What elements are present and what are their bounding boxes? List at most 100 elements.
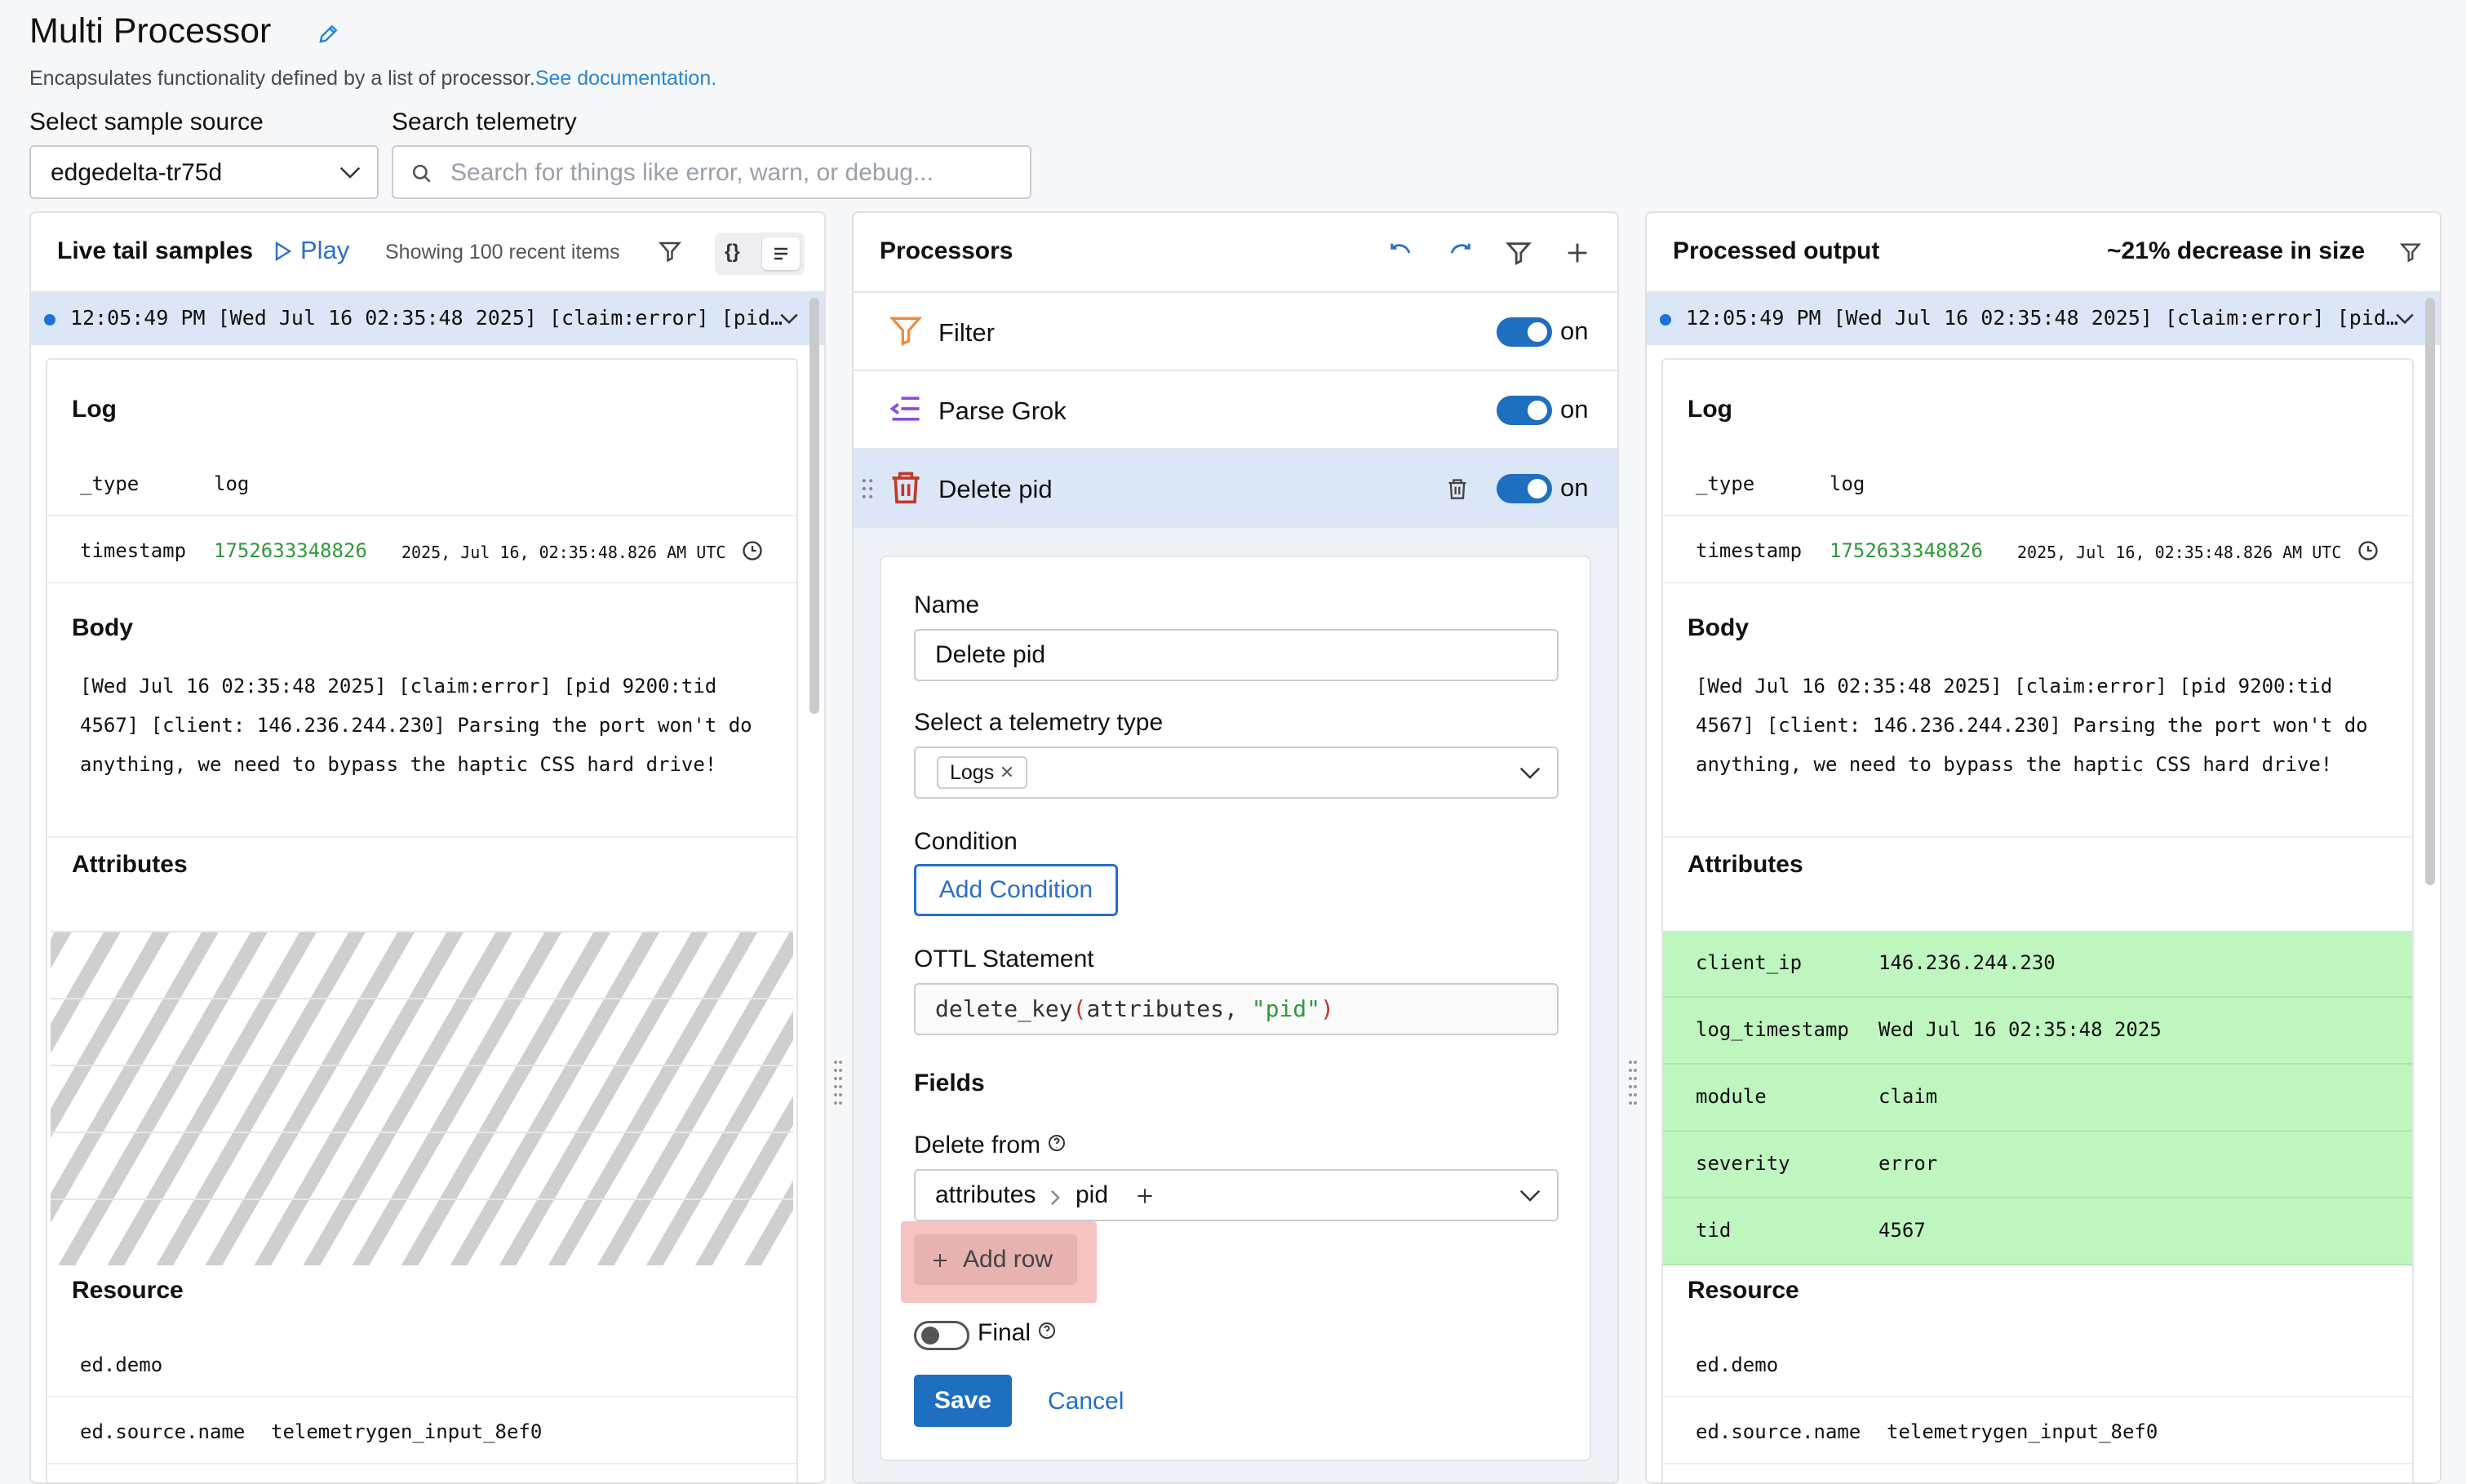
processor-item-delete-pid[interactable]: Delete pid on (854, 450, 1617, 528)
view-mode-toggle[interactable]: {} (715, 233, 805, 275)
toggle-state: on (1560, 395, 1589, 423)
attribute-row: client_ip 146.236.244.230 (1663, 931, 2412, 998)
plus-icon (934, 1254, 947, 1267)
attribute-row: log_timestamp Wed Jul 16 02:35:48 2025 (1663, 998, 2412, 1065)
type-row: _type log (1663, 450, 2412, 516)
documentation-link[interactable]: See documentation. (535, 67, 716, 90)
drag-handle-icon[interactable] (862, 477, 873, 500)
resize-handle[interactable] (1629, 1061, 1637, 1110)
sample-row[interactable]: 12:05:49 PM [Wed Jul 16 02:35:48 2025] [… (31, 293, 824, 345)
toggle-state: on (1560, 317, 1589, 345)
search-telemetry-field[interactable] (392, 145, 1031, 199)
live-tail-panel: Live tail samples Play Showing 100 recen… (29, 211, 826, 1484)
ottl-statement-field[interactable]: delete_key(attributes, "pid") (914, 983, 1559, 1035)
body-text: [Wed Jul 16 02:35:48 2025] [claim:error]… (80, 675, 752, 776)
body-section-title: Body (1688, 614, 1749, 641)
resize-handle[interactable] (834, 1061, 842, 1110)
type-key: _type (1696, 472, 1755, 495)
scrollbar[interactable] (809, 298, 819, 714)
help-icon[interactable] (1047, 1133, 1067, 1153)
telemetry-type-select[interactable]: Logs (914, 746, 1559, 799)
sample-source-select[interactable]: edgedelta-tr75d (29, 145, 379, 199)
sample-source-value: edgedelta-tr75d (51, 159, 223, 186)
close-icon[interactable] (1000, 764, 1014, 779)
resource-row: ed.source.name telemetrygen_input_8ef0 (47, 1398, 796, 1464)
resource-key: ed.source.name (80, 1420, 246, 1443)
removed-attributes-placeholder (51, 931, 793, 1265)
processor-toggle[interactable] (1497, 396, 1552, 425)
sample-row-text: 12:05:49 PM [Wed Jul 16 02:35:48 2025] [… (70, 306, 783, 330)
json-view-button[interactable]: {} (725, 241, 740, 264)
clock-icon (2358, 541, 2378, 560)
attributes-section-title: Attributes (1688, 851, 1803, 878)
timestamp-key: timestamp (80, 539, 187, 562)
processor-toggle[interactable] (1497, 474, 1552, 503)
help-icon[interactable] (1037, 1321, 1057, 1340)
redo-icon[interactable] (1446, 239, 1474, 267)
processed-output-panel: Processed output ~21% decrease in size 1… (1645, 211, 2442, 1484)
log-section-title: Log (1688, 396, 1732, 423)
play-button[interactable]: Play (274, 236, 349, 265)
add-row-button[interactable]: Add row (914, 1234, 1077, 1285)
processed-output-title: Processed output (1673, 237, 1880, 264)
chevron-down-icon[interactable] (778, 311, 800, 327)
toggle-state: on (1560, 473, 1589, 502)
name-value: Delete pid (935, 641, 1046, 668)
status-dot (1660, 314, 1671, 326)
processor-toggle[interactable] (1497, 317, 1552, 347)
add-condition-button[interactable]: Add Condition (914, 864, 1118, 916)
text-view-button[interactable] (762, 237, 800, 270)
trash-icon[interactable] (1446, 477, 1469, 500)
divider (51, 1065, 793, 1066)
attribute-key: severity (1696, 1152, 1790, 1175)
output-detail-card: Log _type log timestamp 1752633348826 20… (1661, 358, 2414, 1482)
timestamp-date: 2025, Jul 16, 02:35:48.826 AM UTC (401, 543, 726, 562)
scrollbar[interactable] (2425, 298, 2435, 885)
add-icon[interactable] (1563, 239, 1591, 267)
processor-item-filter[interactable]: Filter on (854, 293, 1617, 371)
attribute-key: client_ip (1696, 951, 1803, 974)
final-toggle[interactable] (914, 1321, 969, 1350)
delete-from-label: Delete from (914, 1132, 1067, 1159)
chevron-down-icon (1519, 1189, 1541, 1202)
type-key: _type (80, 472, 140, 495)
lines-icon (774, 247, 787, 260)
condition-label: Condition (914, 828, 1018, 855)
type-row: _type log (47, 450, 796, 516)
status-dot (44, 314, 55, 326)
resource-key: ed.source.name (1696, 1420, 1861, 1443)
processor-item-parse-grok[interactable]: Parse Grok on (854, 371, 1617, 450)
attribute-value: 146.236.244.230 (1878, 951, 2056, 974)
final-label: Final (978, 1319, 1057, 1347)
fields-label: Fields (914, 1070, 985, 1096)
showing-count: Showing 100 recent items (385, 241, 620, 264)
resource-row: ed.demo (47, 1331, 796, 1398)
chevron-down-icon[interactable] (2394, 311, 2415, 327)
search-input[interactable] (449, 157, 1004, 189)
undo-icon[interactable] (1387, 239, 1415, 267)
resource-value: telemetrygen_input_8ef0 (271, 1420, 543, 1443)
pencil-icon[interactable] (317, 21, 341, 46)
sample-row[interactable]: 12:05:49 PM [Wed Jul 16 02:35:48 2025] [… (1647, 293, 2440, 345)
parse-icon (889, 396, 920, 421)
sample-detail-card: Log _type log timestamp 1752633348826 20… (46, 358, 798, 1482)
cancel-button[interactable]: Cancel (1048, 1388, 1124, 1415)
play-icon (275, 241, 292, 262)
add-icon[interactable] (1134, 1185, 1155, 1207)
attributes-section-title: Attributes (72, 851, 188, 878)
timestamp-date: 2025, Jul 16, 02:35:48.826 AM UTC (2017, 543, 2342, 562)
filter-icon[interactable] (658, 239, 682, 264)
body-text: [Wed Jul 16 02:35:48 2025] [claim:error]… (1696, 675, 2368, 776)
divider (51, 1198, 793, 1200)
page-description: Encapsulates functionality defined by a … (29, 67, 717, 90)
filter-icon[interactable] (1505, 239, 1532, 267)
processor-name: Filter (938, 318, 995, 347)
type-value: log (1830, 472, 1865, 495)
trash-icon (892, 472, 920, 504)
filter-icon[interactable] (2399, 241, 2422, 264)
delete-from-select[interactable]: attributes pid (914, 1169, 1559, 1221)
processor-form: Name Delete pid Select a telemetry type … (880, 556, 1591, 1461)
save-button[interactable]: Save (914, 1375, 1012, 1427)
name-field[interactable]: Delete pid (914, 629, 1559, 681)
chevron-down-icon (339, 166, 361, 179)
